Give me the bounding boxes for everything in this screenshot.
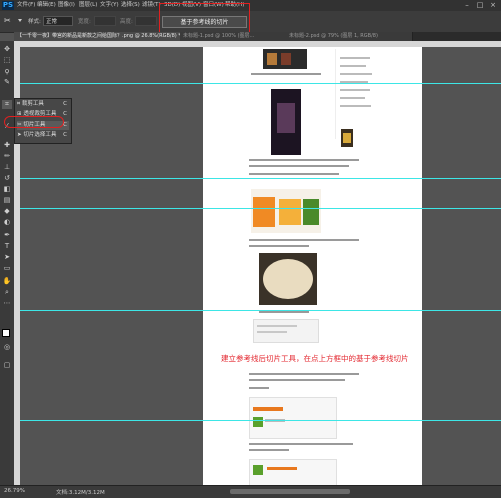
text-line <box>340 57 370 59</box>
type-tool-icon[interactable]: T <box>2 242 12 251</box>
guide-line[interactable] <box>20 310 501 311</box>
text-line <box>249 173 339 175</box>
green-thumb <box>253 417 263 427</box>
height-label: 高度: <box>120 19 133 25</box>
text-line <box>249 239 359 241</box>
promo-orange-block <box>253 197 275 227</box>
text-line <box>249 443 353 445</box>
gradient-tool-icon[interactable]: ▤ <box>2 196 12 205</box>
text-line <box>249 379 345 381</box>
horizontal-scrollbar[interactable] <box>230 489 350 494</box>
text-line <box>259 311 309 313</box>
tab-untitled-1[interactable]: 未标题-1.psd @ 100% (图层... <box>180 32 287 41</box>
guide-line[interactable] <box>20 178 501 179</box>
menu-image[interactable]: 图像(I) <box>58 1 75 10</box>
eraser-tool-icon[interactable]: ◧ <box>2 185 12 194</box>
brush-tool-icon[interactable]: ✏ <box>2 152 12 161</box>
stamp-tool-icon[interactable]: ⊥ <box>2 163 12 172</box>
text-line <box>340 97 365 99</box>
tab-document-main[interactable]: 【一千零一夜】带宫的新品是新款之间给国际？.png @ 26.8%(RGB/8)… <box>14 32 181 41</box>
text-line <box>249 159 359 161</box>
more-tools-icon[interactable]: ⋯ <box>2 299 12 308</box>
flyout-item-slice-select[interactable]: ➤ 切片选择工具 C <box>17 131 69 140</box>
book-cover-detail <box>343 133 351 143</box>
text-line <box>257 331 287 333</box>
width-input[interactable] <box>94 16 116 26</box>
path-select-tool-icon[interactable]: ➤ <box>2 253 12 262</box>
text-line <box>249 387 269 389</box>
text-line <box>257 325 297 327</box>
text-line <box>251 73 321 75</box>
hand-tool-icon[interactable]: ✋ <box>2 277 12 286</box>
menu-select[interactable]: 选择(S) <box>121 1 140 10</box>
poster-figure <box>277 103 295 133</box>
pen-tool-icon[interactable]: ✒ <box>2 231 12 240</box>
promo-yellow-block <box>279 199 301 225</box>
maximize-icon[interactable]: □ <box>474 1 486 10</box>
promo-green-block <box>303 199 319 225</box>
guide-line[interactable] <box>20 83 501 84</box>
text-line <box>249 449 289 451</box>
product-image <box>281 53 291 65</box>
height-input[interactable] <box>135 16 157 26</box>
menu-bar: PS 文件(F) 编辑(E) 图像(I) 图层(L) 文字(Y) 选择(S) 滤… <box>0 0 501 11</box>
move-tool-icon[interactable]: ✥ <box>2 45 12 54</box>
foreground-color-swatch[interactable] <box>2 329 10 337</box>
text-line <box>249 245 309 247</box>
screen-mode-icon[interactable]: ▢ <box>2 361 12 370</box>
slice-tool-icon[interactable]: ✂ <box>4 16 16 26</box>
style-select[interactable]: 正常 <box>43 16 73 26</box>
options-bar: ✂ 样式: 正常 宽度: 高度: 基于参考线的切片 <box>0 11 501 33</box>
menu-layer[interactable]: 图层(L) <box>79 1 97 10</box>
marquee-tool-icon[interactable]: ⬚ <box>2 56 12 65</box>
dodge-tool-icon[interactable]: ◐ <box>2 218 12 227</box>
food-plate <box>263 259 313 299</box>
photoshop-logo: PS <box>2 1 14 10</box>
canvas-area[interactable]: 建立参考线后切片工具，在点上方框中的基于参考线切片 <box>20 47 501 485</box>
tool-preset-chevron-icon[interactable] <box>18 19 22 22</box>
document-size[interactable]: 文档:3.12M/3.12M <box>56 488 105 496</box>
guide-line[interactable] <box>20 208 501 209</box>
text-line <box>340 89 370 91</box>
close-icon[interactable]: × <box>487 1 499 10</box>
text-line <box>340 73 372 75</box>
width-label: 宽度: <box>78 19 91 25</box>
menu-edit[interactable]: 编辑(E) <box>37 1 56 10</box>
style-label: 样式: <box>28 19 41 25</box>
menu-file[interactable]: 文件(F) <box>17 1 35 10</box>
text-line <box>340 65 366 67</box>
text-line <box>249 165 349 167</box>
annotation-text: 建立参考线后切片工具，在点上方框中的基于参考线切片 <box>221 354 409 363</box>
quick-mask-icon[interactable]: ◎ <box>2 343 12 352</box>
highlight-circle <box>4 116 64 128</box>
zoom-tool-icon[interactable]: ⌕ <box>2 288 12 297</box>
blur-tool-icon[interactable]: ◆ <box>2 207 12 216</box>
lasso-tool-icon[interactable]: ϙ <box>2 67 12 76</box>
history-brush-tool-icon[interactable]: ↺ <box>2 174 12 183</box>
guide-line[interactable] <box>20 420 501 421</box>
tab-untitled-2[interactable]: 未标题-2.psd @ 79% (图层 1, RGB/8) <box>286 32 413 41</box>
flyout-item-crop[interactable]: ⌗ 裁剪工具 C <box>17 100 69 109</box>
shape-tool-icon[interactable]: ▭ <box>2 264 12 273</box>
menu-type[interactable]: 文字(Y) <box>100 1 119 10</box>
orange-bar <box>253 407 283 411</box>
quick-select-tool-icon[interactable]: ✎ <box>2 78 12 87</box>
green-thumb <box>253 465 263 475</box>
text-line <box>249 373 359 375</box>
zoom-level[interactable]: 26.79% <box>4 488 25 494</box>
orange-bar <box>267 467 297 470</box>
minimize-icon[interactable]: – <box>461 1 473 10</box>
product-image <box>267 53 277 65</box>
menu-filter[interactable]: 滤镜(T) <box>142 1 161 10</box>
tools-panel: ✥ ⬚ ϙ ✎ ⌗ ⁄ ✚ ✏ ⊥ ↺ ◧ ▤ ◆ ◐ ✒ T ➤ ▭ ✋ ⌕ … <box>0 41 15 485</box>
text-line <box>340 105 371 107</box>
crop-tool-icon[interactable]: ⌗ <box>2 100 12 109</box>
healing-brush-tool-icon[interactable]: ✚ <box>2 141 12 150</box>
status-bar: 26.79% 文档:3.12M/3.12M <box>0 485 501 498</box>
sidebar-list <box>335 49 376 139</box>
document-tabs: 【一千零一夜】带宫的新品是新款之间给国际？.png @ 26.8%(RGB/8)… <box>14 32 501 41</box>
